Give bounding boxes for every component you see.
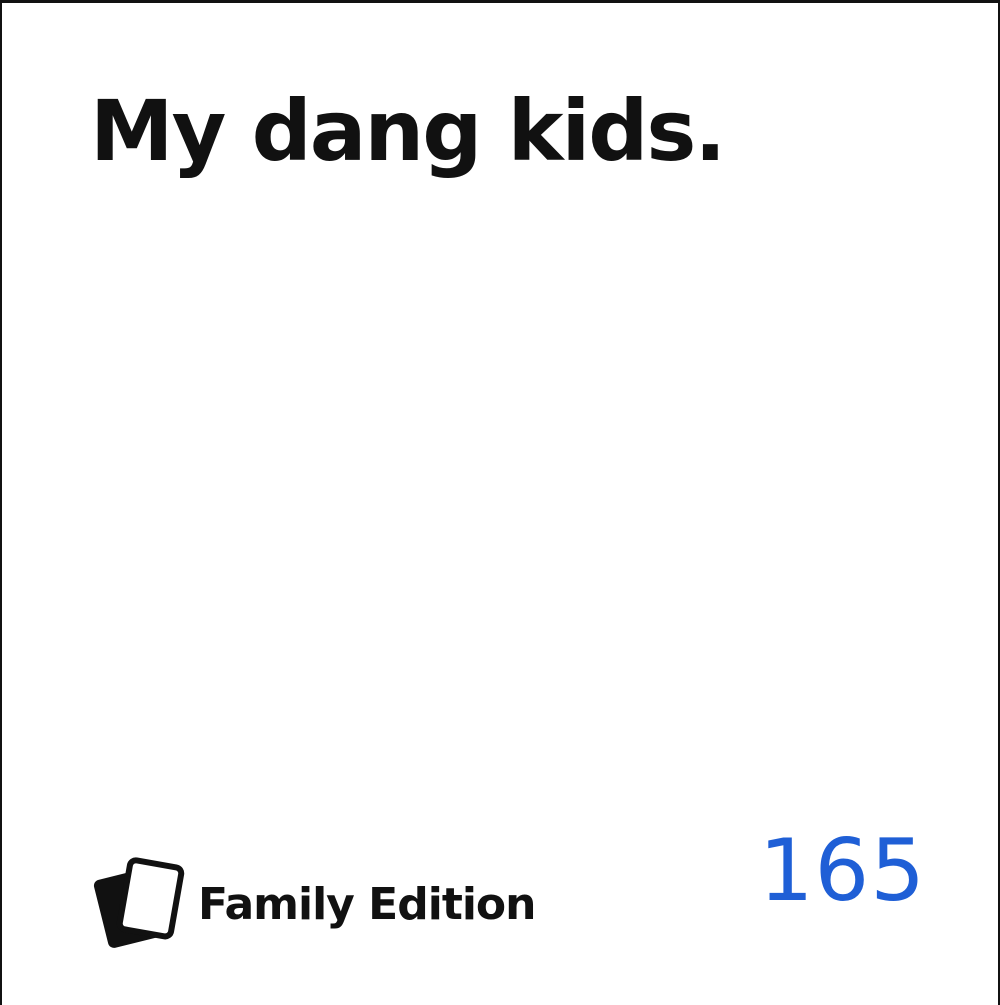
- brand-label: Family Edition: [198, 878, 536, 930]
- card-text: My dang kids.: [90, 82, 726, 180]
- card-number: 165: [758, 821, 926, 921]
- stacked-cards-icon: [93, 857, 185, 948]
- answer-card: My dang kids. Family Edition 165: [0, 0, 1000, 1005]
- brand-footer: Family Edition: [90, 855, 536, 951]
